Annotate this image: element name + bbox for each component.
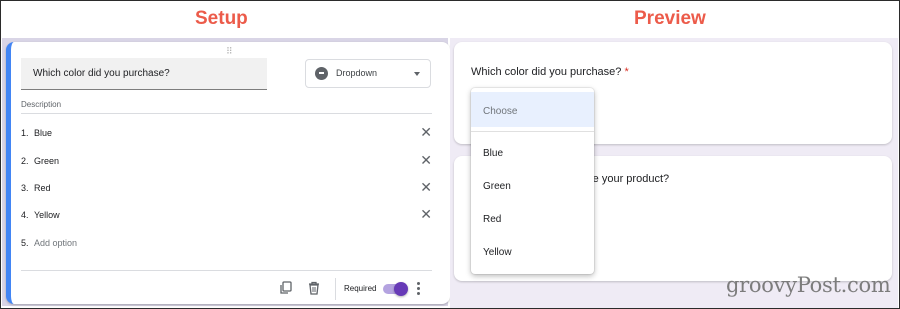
preview-question-title: Which color did you purchase? * xyxy=(471,66,629,78)
option-number: 1. xyxy=(21,128,29,138)
question-editor-card[interactable]: ⠿ Which color did you purchase? Dropdown… xyxy=(6,42,450,304)
option-number: 5. xyxy=(21,238,29,248)
dropdown-item[interactable]: Blue xyxy=(483,148,503,159)
question-type-label: Dropdown xyxy=(336,68,378,78)
option-row[interactable]: 3. Red ✕ xyxy=(21,180,432,197)
watermark: groovyPost.com xyxy=(726,273,891,297)
dropdown-item[interactable]: Green xyxy=(483,181,511,192)
preview-question-text: Which color did you purchase? xyxy=(471,66,622,78)
question-type-select[interactable]: Dropdown xyxy=(305,59,431,88)
duplicate-icon[interactable] xyxy=(279,281,293,295)
toggle-knob xyxy=(394,282,408,296)
option-label[interactable]: Red xyxy=(34,183,51,193)
description-field[interactable]: Description xyxy=(21,100,61,109)
footer-divider xyxy=(21,270,432,271)
required-label: Required xyxy=(344,284,377,293)
option-number: 4. xyxy=(21,210,29,220)
question-title-input[interactable]: Which color did you purchase? xyxy=(21,58,267,90)
add-option-row[interactable]: 5. Add option xyxy=(21,238,432,252)
setup-heading: Setup xyxy=(195,8,248,29)
footer-vertical-divider xyxy=(335,278,336,300)
drag-handle-icon[interactable]: ⠿ xyxy=(226,46,234,57)
close-icon[interactable]: ✕ xyxy=(420,153,432,167)
dropdown-item[interactable]: Yellow xyxy=(483,247,512,258)
option-number: 3. xyxy=(21,183,29,193)
preview-dropdown-menu[interactable]: Choose Blue Green Red Yellow xyxy=(471,88,594,274)
preview-heading: Preview xyxy=(634,8,706,29)
close-icon[interactable]: ✕ xyxy=(420,207,432,221)
trash-icon[interactable] xyxy=(307,281,321,295)
chevron-down-icon xyxy=(414,72,420,76)
option-label[interactable]: Blue xyxy=(34,128,52,138)
dropdown-type-icon xyxy=(315,67,328,80)
option-number: 2. xyxy=(21,156,29,166)
dropdown-item[interactable]: Red xyxy=(483,214,501,225)
close-icon[interactable]: ✕ xyxy=(420,125,432,139)
option-row[interactable]: 1. Blue ✕ xyxy=(21,125,432,142)
option-label[interactable]: Yellow xyxy=(34,210,60,220)
dropdown-placeholder-choose[interactable]: Choose xyxy=(471,92,594,127)
close-icon[interactable]: ✕ xyxy=(420,180,432,194)
add-option-link[interactable]: Add option xyxy=(34,238,77,248)
description-underline xyxy=(21,113,432,114)
required-asterisk: * xyxy=(624,66,629,78)
more-vert-icon[interactable] xyxy=(417,282,421,296)
option-row[interactable]: 2. Green ✕ xyxy=(21,153,432,170)
setup-panel: ⠿ Which color did you purchase? Dropdown… xyxy=(2,38,450,306)
dropdown-separator xyxy=(471,131,594,132)
option-label[interactable]: Green xyxy=(34,156,59,166)
option-row[interactable]: 4. Yellow ✕ xyxy=(21,207,432,224)
required-toggle[interactable] xyxy=(383,282,408,296)
